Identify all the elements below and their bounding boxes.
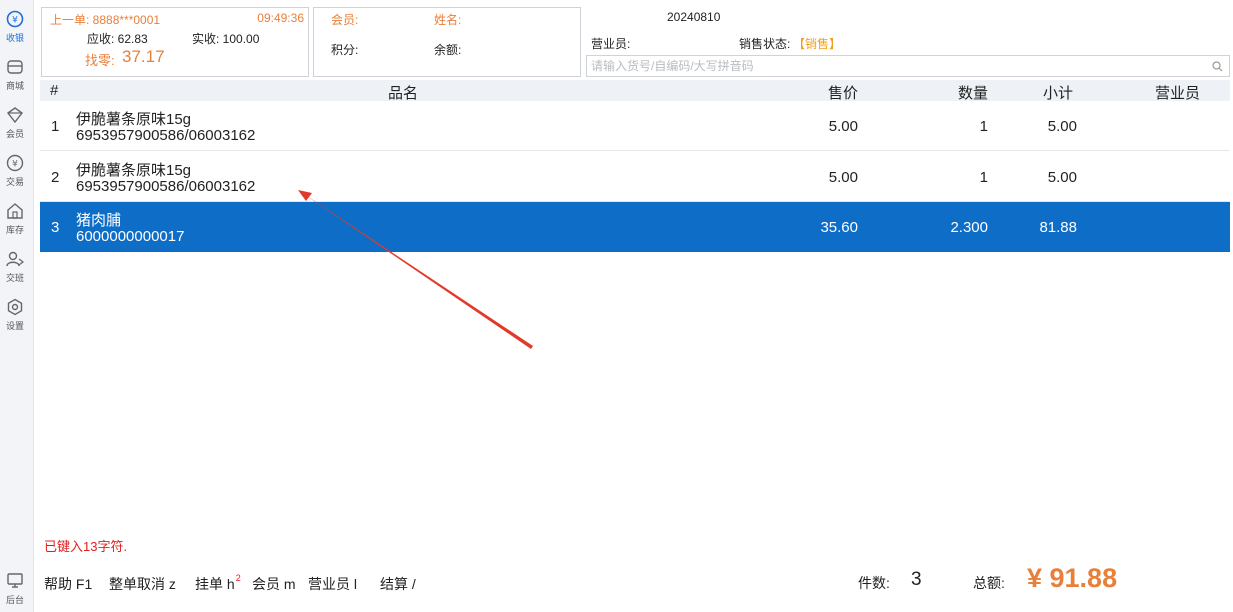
warehouse-icon [7, 203, 23, 219]
row-price: 5.00 [828, 118, 858, 135]
member-panel: 会员: 姓名: 积分: 余额: [313, 7, 581, 77]
row-quantity: 1 [979, 169, 988, 186]
name-label: 姓名: [434, 13, 462, 27]
row-number: 2 [51, 169, 60, 186]
sidebar-item-label: 交易 [5, 177, 24, 187]
svg-text:¥: ¥ [12, 16, 18, 26]
total-amount-value: ¥ 91.88 [1027, 563, 1118, 593]
row-subtotal: 5.00 [1047, 118, 1077, 135]
handover-icon [6, 251, 24, 267]
table-row[interactable]: 1 伊脆薯条原味15g 6953957900586/06003162 5.00 … [40, 101, 1230, 151]
last-order-panel: 上一单: 8888***0001 09:49:36 应收: 62.83 实收: … [41, 7, 309, 77]
row-product-name: 猪肉脯 [76, 212, 122, 229]
search-box [586, 55, 1230, 77]
change-label: 找零: [85, 53, 115, 68]
column-number: # [50, 82, 59, 99]
table-row[interactable]: 2 伊脆薯条原味15g 6953957900586/06003162 5.00 … [40, 152, 1230, 202]
yen-icon: ¥ [6, 154, 24, 172]
sidebar-item-backend[interactable]: 后台 [0, 568, 30, 612]
search-icon[interactable] [1212, 61, 1223, 72]
item-count-label: 件数: [858, 575, 890, 591]
row-product-name: 伊脆薯条原味15g [76, 111, 192, 128]
sidebar-item-label: 收银 [5, 33, 24, 43]
business-date: 20240810 [667, 10, 721, 24]
column-price: 售价 [827, 85, 858, 102]
shop-icon [7, 60, 23, 74]
hold-count-badge: 2 [235, 573, 241, 583]
pos-app: ¥ 收银 商城 会员 ¥ 交易 库存 交班 设置 后台 上一单: 8888***… [0, 0, 1233, 612]
row-product-code: 6953957900586/06003162 [76, 127, 256, 144]
receivable-amount: 应收: 62.83 [87, 32, 148, 46]
row-product-name: 伊脆薯条原味15g [76, 162, 192, 179]
hold-order-label: 挂单 h [195, 576, 235, 592]
sidebar-item-label: 会员 [5, 129, 24, 139]
received-amount: 实收: 100.00 [192, 32, 260, 46]
sidebar-item-label: 库存 [5, 225, 24, 235]
sidebar-item-label: 商城 [5, 81, 24, 91]
sale-status-label: 销售状态: [739, 37, 791, 51]
row-price: 35.60 [820, 219, 858, 236]
sidebar: ¥ 收银 商城 会员 ¥ 交易 库存 交班 设置 后台 [0, 0, 34, 612]
sidebar-item-cashier[interactable]: ¥ 收银 [0, 6, 30, 52]
sidebar-item-stock[interactable]: 库存 [0, 198, 30, 244]
sidebar-item-trade[interactable]: ¥ 交易 [0, 150, 30, 196]
row-quantity: 2.300 [950, 219, 988, 236]
row-subtotal: 5.00 [1047, 169, 1077, 186]
table-row-selected[interactable]: 3 猪肉脯 6000000000017 35.60 2.300 81.88 [40, 202, 1230, 252]
item-count-value: 3 [911, 569, 922, 590]
row-quantity: 1 [979, 118, 988, 135]
sidebar-item-label: 设置 [5, 321, 24, 331]
sidebar-item-member[interactable]: 会员 [0, 102, 30, 148]
salesperson-shortcut[interactable]: 营业员 l [308, 574, 357, 594]
member-icon [6, 107, 24, 124]
svg-text:¥: ¥ [12, 160, 18, 170]
balance-label: 余额: [434, 43, 462, 57]
row-number: 3 [51, 219, 60, 236]
status-message: 已键入13字符. [44, 539, 128, 554]
column-subtotal: 小计 [1042, 85, 1073, 102]
gear-icon [7, 298, 23, 316]
change-value: 37.17 [122, 47, 165, 66]
salesperson-label: 营业员: [591, 37, 631, 51]
row-subtotal: 81.88 [1039, 219, 1077, 236]
sale-status-value: 【销售】 [793, 37, 842, 51]
last-order-time: 09:49:36 [257, 11, 304, 25]
sidebar-item-label: 后台 [5, 595, 24, 605]
cancel-order-shortcut[interactable]: 整单取消 z [109, 574, 176, 594]
sidebar-item-handover[interactable]: 交班 [0, 246, 30, 292]
table-header: # 品名 售价 数量 小计 营业员 [40, 80, 1230, 102]
checkout-shortcut[interactable]: 结算 / [380, 574, 416, 594]
column-quantity: 数量 [957, 85, 988, 102]
column-name: 品名 [388, 85, 419, 102]
total-amount-label: 总额: [973, 575, 1005, 591]
search-input[interactable] [587, 56, 1197, 76]
member-label: 会员: [331, 13, 359, 27]
points-label: 积分: [331, 43, 359, 57]
hold-order-shortcut[interactable]: 挂单 h2 [195, 573, 241, 594]
last-order-label: 上一单: 8888***0001 [50, 13, 161, 27]
row-product-code: 6000000000017 [76, 228, 185, 245]
column-salesperson: 营业员 [1154, 85, 1200, 102]
row-number: 1 [51, 118, 60, 135]
sidebar-item-shop[interactable]: 商城 [0, 54, 30, 100]
bottom-bar: 帮助 F1 整单取消 z 挂单 h2 会员 m 营业员 l 结算 / 件数: 3… [34, 560, 1233, 612]
member-shortcut[interactable]: 会员 m [252, 574, 296, 594]
sidebar-item-label: 交班 [5, 273, 24, 283]
monitor-icon [7, 573, 23, 588]
cashier-icon: ¥ [6, 10, 24, 28]
row-product-code: 6953957900586/06003162 [76, 178, 256, 195]
row-price: 5.00 [828, 169, 858, 186]
sidebar-item-settings[interactable]: 设置 [0, 294, 30, 340]
help-shortcut[interactable]: 帮助 F1 [44, 574, 92, 594]
